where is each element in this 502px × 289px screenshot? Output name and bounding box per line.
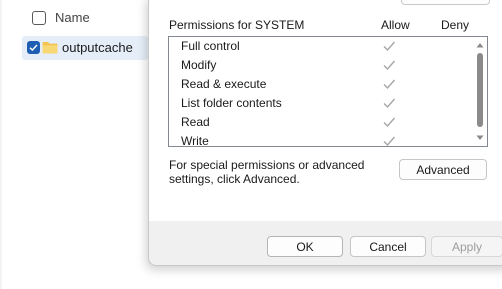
allow-column-header: Allow: [381, 18, 410, 32]
permission-row-list-folder-contents: List folder contents: [169, 94, 469, 113]
vertical-scrollbar[interactable]: [471, 37, 487, 146]
permission-row-full-control: Full control: [169, 37, 469, 56]
file-name: outputcache: [62, 40, 133, 55]
allow-check-icon: [383, 60, 396, 71]
permission-row-write: Write: [169, 132, 469, 147]
deny-column-header: Deny: [441, 18, 470, 32]
select-all-checkbox[interactable]: [32, 11, 46, 25]
folder-icon: [42, 42, 58, 54]
file-row-outputcache[interactable]: outputcache: [22, 36, 148, 60]
row-checkbox[interactable]: [27, 41, 40, 54]
cancel-button[interactable]: Cancel: [350, 236, 426, 257]
permission-label: List folder contents: [181, 96, 282, 110]
allow-check-icon: [383, 79, 396, 90]
advanced-button[interactable]: Advanced: [399, 159, 487, 180]
permission-label: Modify: [181, 58, 217, 72]
name-column-header[interactable]: Name: [55, 10, 90, 25]
allow-check-icon: [383, 117, 396, 128]
allow-check-icon: [383, 41, 396, 52]
edit-button-partial[interactable]: [401, 0, 490, 5]
security-dialog: Permissions for SYSTEM Allow Deny Full c…: [148, 0, 502, 266]
allow-check-icon: [383, 136, 396, 146]
permissions-header: Permissions for SYSTEM Allow Deny: [169, 18, 499, 34]
permission-row-modify: Modify: [169, 56, 469, 75]
navigation-pane-edge: [0, 0, 2, 289]
checkmark-icon: [29, 44, 38, 52]
permission-row-read: Read: [169, 113, 469, 132]
allow-check-icon: [383, 98, 396, 109]
permission-label: Read & execute: [181, 77, 267, 91]
permissions-title: Permissions for SYSTEM: [169, 18, 305, 32]
dialog-content: Permissions for SYSTEM Allow Deny Full c…: [149, 0, 502, 221]
scroll-thumb[interactable]: [477, 53, 483, 127]
permission-row-read-execute: Read & execute: [169, 75, 469, 94]
scroll-up-arrow-icon[interactable]: [476, 42, 484, 48]
advanced-description: For special permissions or advanced sett…: [169, 158, 365, 186]
permission-label: Read: [181, 115, 210, 129]
apply-button[interactable]: Apply: [431, 236, 502, 257]
scroll-down-arrow-icon[interactable]: [476, 135, 484, 141]
permission-label: Full control: [181, 39, 240, 53]
ok-button[interactable]: OK: [267, 236, 343, 257]
permission-label: Write: [181, 134, 209, 147]
permissions-list[interactable]: Full control Modify Read & execute List …: [168, 36, 488, 147]
